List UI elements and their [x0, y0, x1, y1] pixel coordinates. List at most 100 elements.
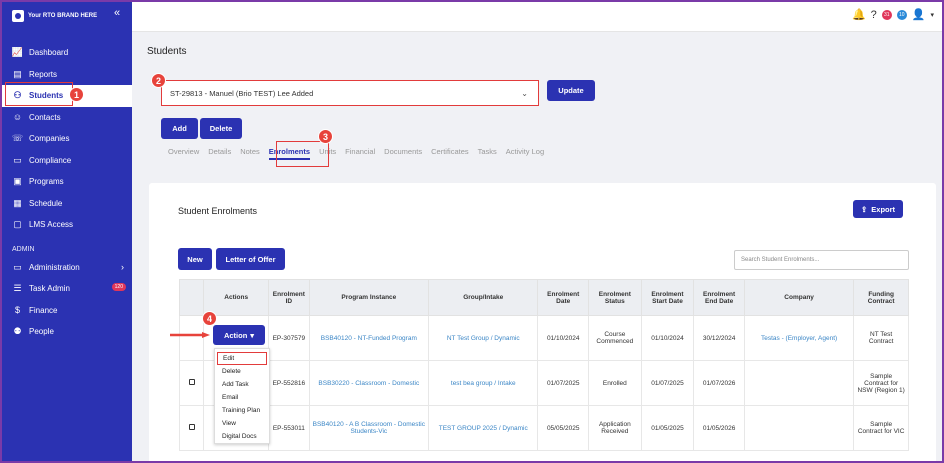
- step-marker-3: 3: [318, 129, 333, 144]
- column-header[interactable]: Program Instance: [308, 279, 430, 316]
- company-link[interactable]: Testas - (Employer, Agent): [743, 315, 855, 361]
- chevron-down-icon: ⌄: [521, 88, 528, 98]
- help-icon[interactable]: ?: [871, 9, 877, 21]
- table-row: EP-553011 BSB40120 - A B Classroom - Dom…: [178, 405, 909, 451]
- search-input[interactable]: Search Student Enrolments...: [734, 250, 909, 270]
- student-select-value: ST-29813 - Manuel (Brio TEST) Lee Added: [170, 88, 314, 98]
- program-link[interactable]: BSB40120 - A B Classroom - Domestic Stud…: [308, 405, 430, 451]
- menu-item-digital-docs[interactable]: Digital Docs: [215, 430, 269, 443]
- tab-certificates[interactable]: Certificates: [431, 147, 469, 160]
- column-header[interactable]: Enrolment Date: [537, 279, 590, 316]
- row-checkbox[interactable]: [188, 424, 195, 430]
- row-checkbox[interactable]: [188, 379, 195, 385]
- row-checkbox-cell: [178, 405, 205, 451]
- update-button[interactable]: Update: [547, 80, 595, 101]
- column-header[interactable]: Company: [743, 279, 855, 316]
- column-header[interactable]: Enrolment Status: [588, 279, 642, 316]
- tab-overview[interactable]: Overview: [168, 147, 199, 160]
- table-row: EP-552816 BSB30220 - Classroom - Domesti…: [178, 360, 909, 406]
- sidebar-item-dashboard[interactable]: 📈 Dashboard: [2, 42, 132, 64]
- menu-item-email[interactable]: Email: [215, 391, 269, 404]
- group-link[interactable]: TEST GROUP 2025 / Dynamic: [428, 405, 539, 451]
- sidebar-item-lms-access[interactable]: ▢ LMS Access: [2, 214, 132, 236]
- sidebar-item-task-admin[interactable]: ☰ Task Admin 120: [2, 278, 132, 300]
- sidebar-item-administration[interactable]: ▭ Administration ›: [2, 257, 132, 279]
- sidebar-item-label: Compliance: [29, 155, 72, 165]
- user-avatar-icon[interactable]: 👤: [912, 8, 926, 21]
- tab-financial[interactable]: Financial: [345, 147, 375, 160]
- sidebar-item-label: Schedule: [29, 198, 63, 208]
- sidebar-item-finance[interactable]: $ Finance: [2, 300, 132, 322]
- enrolment-id: EP-552816: [268, 360, 310, 406]
- start-date: 01/07/2025: [640, 360, 695, 406]
- tab-details[interactable]: Details: [208, 147, 231, 160]
- programs-icon: ▣: [13, 176, 22, 187]
- sidebar-item-people[interactable]: ⚉ People: [2, 321, 132, 343]
- action-label: Action: [223, 330, 248, 340]
- column-header[interactable]: Funding Contract: [853, 279, 909, 316]
- chart-icon: 📈: [11, 47, 24, 58]
- export-button[interactable]: ⇪ Export: [853, 200, 903, 218]
- sidebar-item-contacts[interactable]: ☺ Contacts: [2, 107, 132, 129]
- brand-logo: [12, 10, 24, 22]
- tab-notes[interactable]: Notes: [240, 147, 260, 160]
- pointer-arrow-icon: [170, 332, 210, 338]
- companies-icon: ☏: [11, 133, 24, 144]
- tab-tasks[interactable]: Tasks: [478, 147, 497, 160]
- action-button[interactable]: Action ▾: [213, 325, 265, 345]
- brand-name: Your RTO BRAND HERE: [28, 13, 98, 19]
- column-header[interactable]: Group/Intake: [428, 279, 539, 316]
- program-link[interactable]: BSB30220 - Classroom - Domestic: [308, 360, 430, 406]
- message-badge[interactable]: 10: [896, 9, 907, 20]
- schedule-icon: ▦: [13, 197, 22, 208]
- company-cell: [743, 405, 855, 451]
- column-header[interactable]: Enrolment End Date: [693, 279, 745, 316]
- program-link[interactable]: BSB40120 - NT-Funded Program: [308, 315, 430, 361]
- sidebar-item-schedule[interactable]: ▦ Schedule: [2, 193, 132, 215]
- add-button[interactable]: Add: [161, 118, 198, 139]
- notification-badge[interactable]: 31: [881, 9, 892, 20]
- funding-contract: Sample Contract for VIC: [853, 405, 909, 451]
- sidebar-item-companies[interactable]: ☏ Companies: [2, 128, 132, 150]
- column-header[interactable]: Actions: [203, 279, 270, 316]
- sidebar-item-label: Dashboard: [29, 48, 69, 58]
- menu-item-view[interactable]: View: [215, 417, 269, 430]
- tab-documents[interactable]: Documents: [384, 147, 422, 160]
- column-header[interactable]: Enrolment ID: [268, 279, 310, 316]
- end-date: 01/05/2026: [693, 405, 745, 451]
- section-title: Student Enrolments: [178, 206, 258, 216]
- menu-item-add-task[interactable]: Add Task: [215, 378, 269, 391]
- menu-item-edit[interactable]: Edit: [217, 352, 267, 365]
- contacts-icon: ☺: [12, 112, 23, 123]
- menu-item-delete[interactable]: Delete: [215, 365, 269, 378]
- sidebar-item-programs[interactable]: ▣ Programs: [2, 171, 132, 193]
- group-link[interactable]: test bea group / Intake: [428, 360, 539, 406]
- sidebar-item-label: Task Admin: [29, 284, 70, 294]
- enrolment-status: Application Received: [588, 405, 642, 451]
- end-date: 30/12/2024: [693, 315, 745, 361]
- delete-button[interactable]: Delete: [200, 118, 242, 139]
- lms-icon: ▢: [13, 219, 22, 230]
- sidebar-item-compliance[interactable]: ▭ Compliance: [2, 150, 132, 172]
- action-dropdown-menu: Edit Delete Add Task Email Training Plan…: [214, 348, 270, 444]
- admin-section-label: ADMIN: [12, 245, 35, 253]
- report-icon: ▤: [13, 68, 22, 79]
- sidebar-item-label: Reports: [29, 69, 58, 79]
- student-select[interactable]: ST-29813 - Manuel (Brio TEST) Lee Added …: [161, 80, 539, 106]
- bell-icon[interactable]: 🔔: [852, 8, 866, 21]
- sidebar-item-label: Contacts: [29, 112, 61, 122]
- letter-of-offer-button[interactable]: Letter of Offer: [216, 248, 285, 270]
- collapse-sidebar-icon[interactable]: «: [114, 7, 120, 19]
- group-link[interactable]: NT Test Group / Dynamic: [428, 315, 539, 361]
- menu-item-training-plan[interactable]: Training Plan: [215, 404, 269, 417]
- enrolments-table: Actions Enrolment ID Program Instance Gr…: [178, 279, 909, 451]
- new-button[interactable]: New: [178, 248, 212, 270]
- row-checkbox-cell: [178, 360, 205, 406]
- chevron-down-icon[interactable]: ▾: [930, 11, 934, 19]
- enrolment-id: EP-553011: [268, 405, 310, 451]
- table-header-row: Actions Enrolment ID Program Instance Gr…: [178, 279, 909, 316]
- tab-activity-log[interactable]: Activity Log: [506, 147, 544, 160]
- column-header[interactable]: Enrolment Start Date: [640, 279, 695, 316]
- export-icon: ⇪: [860, 204, 868, 214]
- people-icon: ⚉: [13, 326, 22, 337]
